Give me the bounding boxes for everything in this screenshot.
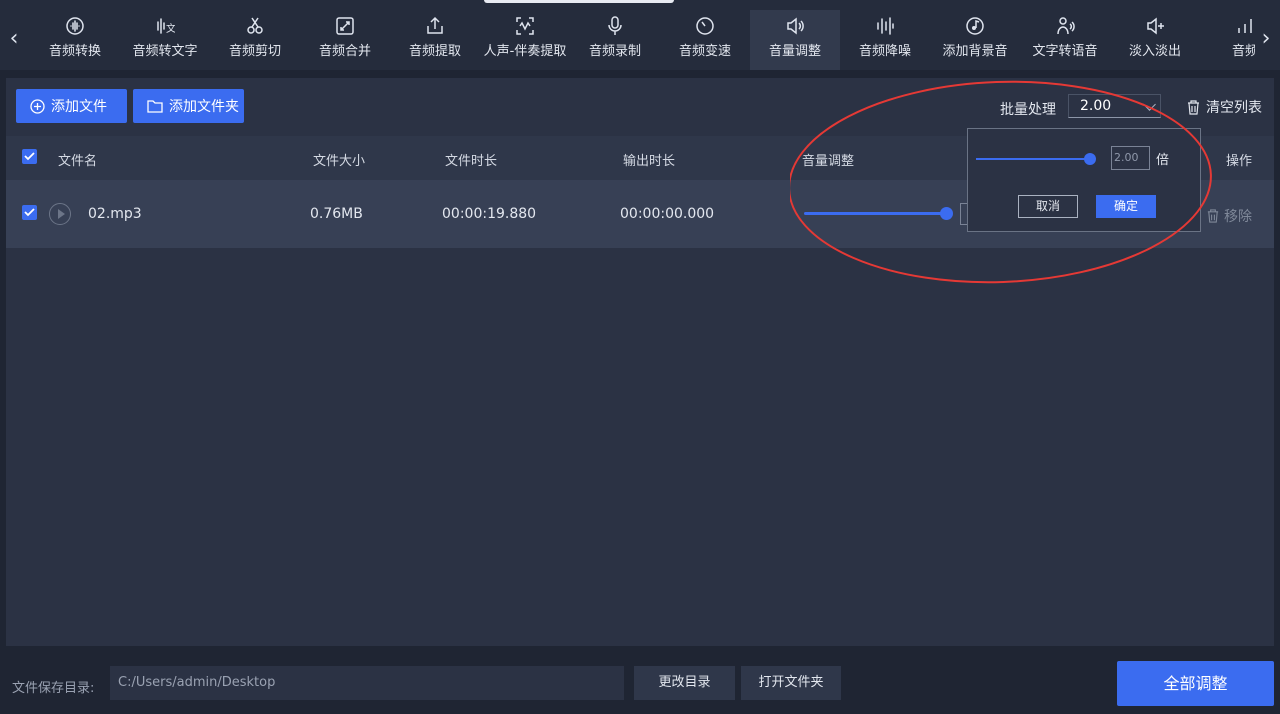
row-output-duration: 00:00:00.000 [620, 206, 715, 222]
select-all-checkbox[interactable] [22, 149, 37, 164]
tool-vocal-extract[interactable]: 人声-伴奏提取 [480, 10, 570, 70]
tool-more[interactable]: 音频 [1200, 10, 1255, 70]
fade-icon [1147, 17, 1164, 35]
remove-label: 移除 [1224, 209, 1252, 225]
check-icon [24, 208, 35, 217]
tool-label: 淡入淡出 [1128, 44, 1181, 59]
extract-icon [427, 16, 443, 34]
tool-fade[interactable]: 淡入淡出 [1110, 10, 1200, 70]
row-size: 0.76MB [310, 206, 363, 222]
tool-label: 音频合并 [318, 44, 371, 59]
tool-label: 音频转换 [48, 44, 101, 59]
tool-list: 音频转换 文 音频转文字 音频剪切 音频合并 音频提取 人声-伴奏提取 音频录制 [30, 10, 1255, 70]
play-icon[interactable] [49, 203, 71, 225]
header-duration: 文件时长 [445, 154, 498, 169]
add-file-button[interactable]: 添加文件 [16, 89, 127, 123]
plus-circle-icon [30, 98, 45, 114]
tool-label: 音频转文字 [132, 44, 198, 59]
add-file-label: 添加文件 [51, 99, 107, 115]
tool-label: 音频 [1231, 44, 1255, 59]
header-size: 文件大小 [313, 154, 366, 169]
open-folder-button[interactable]: 打开文件夹 [741, 666, 841, 700]
scroll-left-icon[interactable]: ‹ [5, 26, 23, 52]
save-dir-field[interactable]: C:/Users/admin/Desktop [110, 666, 624, 700]
change-dir-button[interactable]: 更改目录 [634, 666, 735, 700]
merge-icon [336, 17, 354, 35]
tool-add-background[interactable]: 添加背景音 [930, 10, 1020, 70]
tool-label: 文字转语音 [1032, 44, 1098, 59]
tool-label: 音频变速 [678, 44, 731, 59]
tool-label: 音频录制 [588, 44, 641, 59]
scroll-right-icon[interactable]: › [1257, 26, 1275, 52]
tool-volume-adjust[interactable]: 音量调整 [750, 10, 840, 70]
header-filename: 文件名 [58, 154, 98, 169]
tool-text-to-speech[interactable]: 文字转语音 [1020, 10, 1110, 70]
microphone-icon [608, 16, 622, 35]
tool-audio-record[interactable]: 音频录制 [570, 10, 660, 70]
waveform-icon [516, 17, 534, 35]
speed-icon [696, 17, 714, 35]
tool-label: 音频提取 [408, 44, 461, 59]
tool-denoise[interactable]: 音频降噪 [840, 10, 930, 70]
svg-text:文: 文 [166, 22, 175, 35]
tool-audio-merge[interactable]: 音频合并 [300, 10, 390, 70]
tool-audio-speed[interactable]: 音频变速 [660, 10, 750, 70]
run-all-button[interactable]: 全部调整 [1117, 661, 1274, 706]
row-filename: 02.mp3 [88, 206, 142, 222]
scissors-icon [247, 17, 263, 34]
denoise-icon [877, 17, 894, 35]
header-action: 操作 [1226, 154, 1253, 169]
tool-label: 人声-伴奏提取 [483, 44, 567, 59]
tool-speech-to-text[interactable]: 文 音频转文字 [120, 10, 210, 70]
window-notch [484, 0, 674, 3]
tool-label: 添加背景音 [942, 44, 1008, 59]
header-output-duration: 输出时长 [623, 154, 676, 169]
add-folder-label: 添加文件夹 [169, 99, 239, 115]
tool-audio-convert[interactable]: 音频转换 [30, 10, 120, 70]
tool-label: 音频剪切 [228, 44, 281, 59]
tool-audio-extract[interactable]: 音频提取 [390, 10, 480, 70]
save-dir-label: 文件保存目录: [12, 681, 95, 696]
text-to-speech-icon [1057, 17, 1075, 35]
tool-label: 音频降噪 [858, 44, 911, 59]
annotation-ellipse [790, 80, 1212, 284]
check-icon [24, 152, 35, 161]
speech-to-text-icon: 文 [157, 18, 175, 35]
row-checkbox[interactable] [22, 205, 37, 220]
audio-convert-icon [66, 17, 84, 35]
tool-label: 音量调整 [768, 44, 821, 59]
tool-audio-cut[interactable]: 音频剪切 [210, 10, 300, 70]
top-toolbar: ‹ 音频转换 文 音频转文字 音频剪切 音频合并 音频提取 人声-伴奏提取 音频… [0, 0, 1280, 70]
add-folder-button[interactable]: 添加文件夹 [133, 89, 244, 123]
volume-icon [787, 17, 804, 35]
folder-icon [147, 100, 163, 113]
bars-icon [1238, 19, 1252, 33]
row-duration: 00:00:19.880 [442, 206, 537, 222]
music-note-icon [966, 17, 984, 35]
